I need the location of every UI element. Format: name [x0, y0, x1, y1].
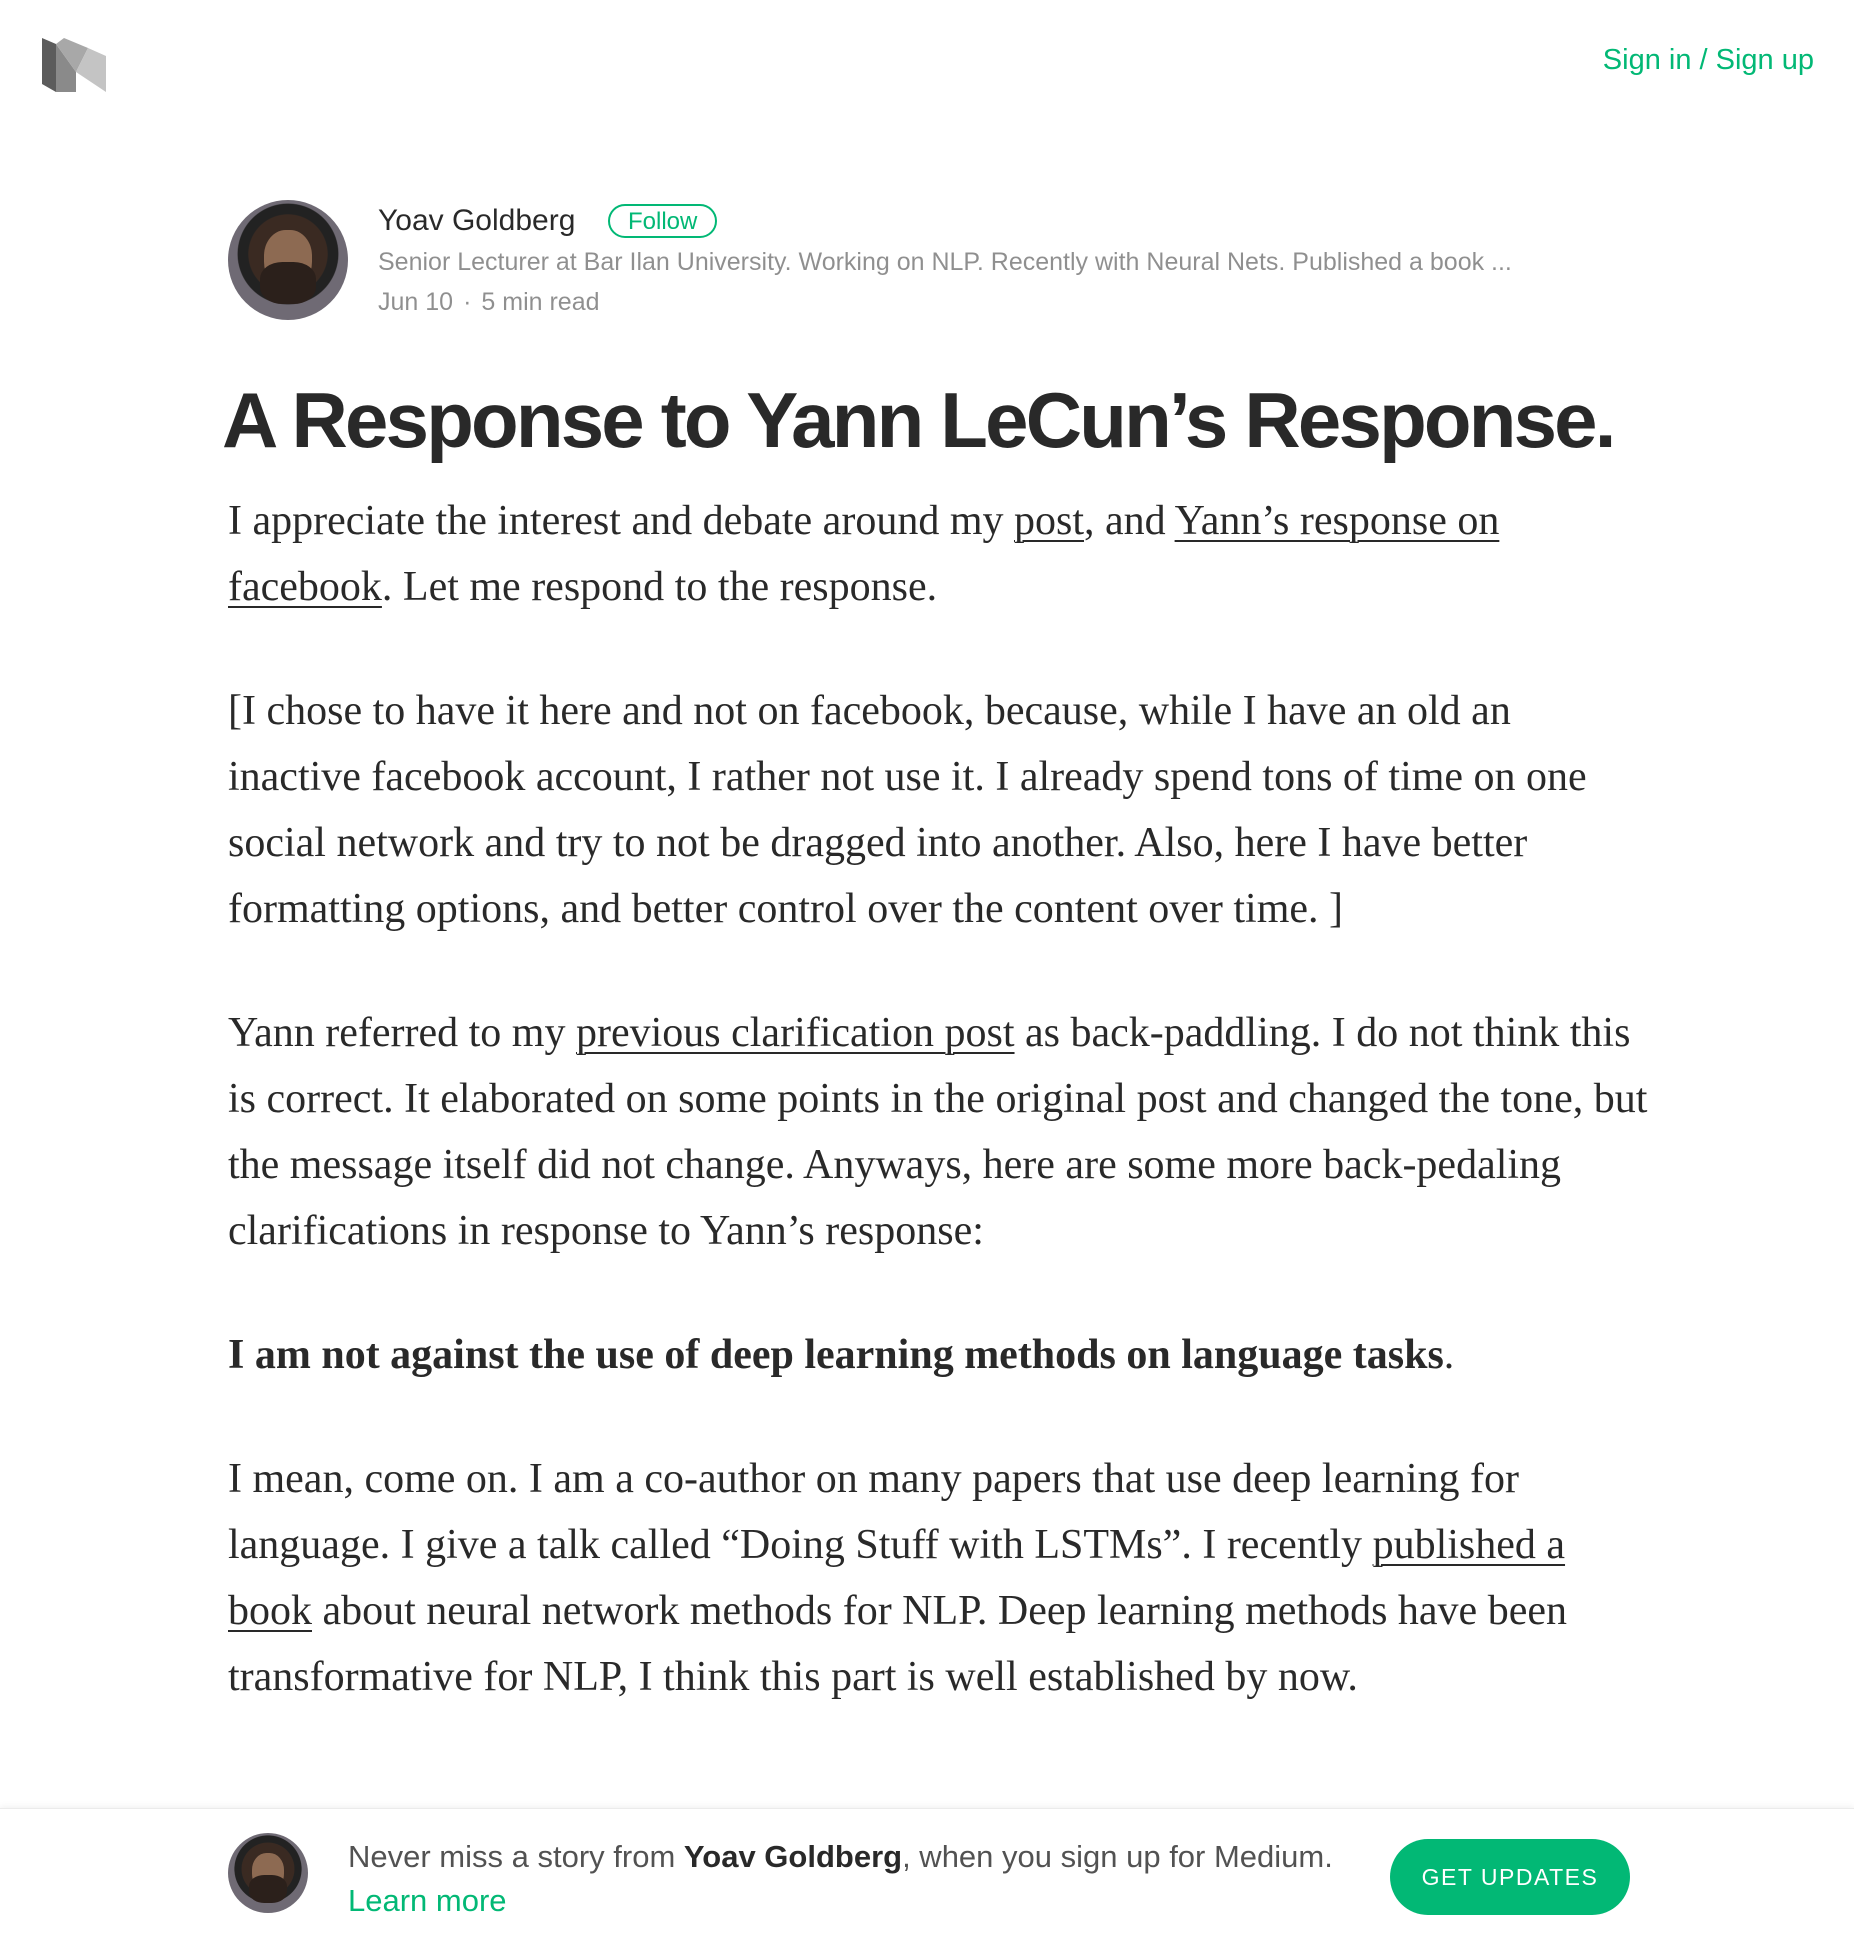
paragraph-2: [I chose to have it here and not on face… [228, 688, 1587, 932]
p1-text-2: , and [1084, 498, 1175, 544]
avatar-beard [260, 262, 316, 304]
post-link[interactable]: post [1014, 498, 1084, 544]
p3-text-1: Yann referred to my [228, 1010, 576, 1056]
p5-text-2: about neural network methods for NLP. De… [228, 1588, 1567, 1700]
previous-clarification-link[interactable]: previous clarification post [576, 1010, 1015, 1056]
article-title: A Response to Yann LeCun’s Response. [222, 376, 1616, 464]
sign-in-link[interactable]: Sign in / Sign up [1603, 44, 1814, 77]
author-avatar[interactable] [228, 200, 348, 320]
p1-text-1: I appreciate the interest and debate aro… [228, 498, 1014, 544]
p5-text-1: I mean, come on. I am a co-author on man… [228, 1456, 1520, 1568]
read-time: 5 min read [481, 288, 600, 316]
article-body: I appreciate the interest and debate aro… [228, 488, 1648, 1768]
avatar-beard [249, 1875, 287, 1903]
meta-separator: · [463, 288, 472, 316]
p4-bold-text: I am not against the use of deep learnin… [228, 1332, 1444, 1378]
author-byline: Yoav Goldberg Follow Senior Lecturer at … [228, 200, 1648, 320]
p1-text-3: . Let me respond to the response. [381, 564, 938, 610]
signup-footer-bar: Never miss a story from Yoav Goldberg, w… [0, 1808, 1854, 1935]
footer-message: Never miss a story from Yoav Goldberg, w… [348, 1835, 1348, 1923]
p4-end: . [1443, 1332, 1455, 1378]
paragraph-3: Yann referred to my previous clarificati… [228, 1000, 1648, 1264]
get-updates-button[interactable]: GET UPDATES [1390, 1839, 1630, 1915]
footer-author-name: Yoav Goldberg [683, 1839, 903, 1874]
footer-text-1: Never miss a story from [348, 1839, 684, 1874]
post-date[interactable]: Jun 10 [378, 288, 453, 316]
paragraph-4: I am not against the use of deep learnin… [228, 1322, 1648, 1388]
paragraph-5: I mean, come on. I am a co-author on man… [228, 1446, 1648, 1710]
post-meta: Jun 10 · 5 min read [378, 288, 600, 317]
learn-more-link[interactable]: Learn more [348, 1883, 507, 1918]
footer-author-avatar [228, 1833, 308, 1913]
author-bio: Senior Lecturer at Bar Ilan University. … [378, 248, 1512, 276]
author-name-link[interactable]: Yoav Goldberg [378, 204, 575, 238]
follow-button[interactable]: Follow [608, 204, 718, 238]
footer-text-2: , when you sign up for Medium. [902, 1839, 1333, 1874]
medium-logo-icon[interactable] [42, 38, 106, 92]
paragraph-1: I appreciate the interest and debate aro… [228, 488, 1648, 620]
